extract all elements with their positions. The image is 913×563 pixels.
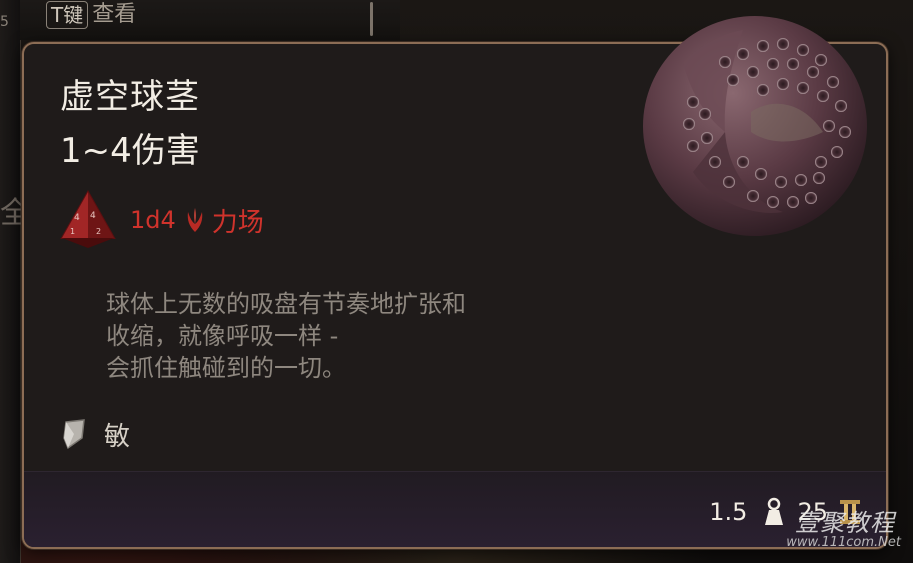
dice-value: 1d4 (130, 206, 176, 234)
flavor-line: 会抓住触碰到的一切。 (106, 354, 346, 382)
scrollbar[interactable] (366, 0, 376, 38)
flavor-text: 球体上无数的吸盘有节奏地扩张和 收缩，就像呼吸一样 - 会抓住触碰到的一切。 (106, 288, 626, 384)
svg-text:4: 4 (74, 213, 80, 223)
keybind-box: T键 (46, 1, 89, 29)
damage-type-label: 力场 (211, 207, 264, 238)
item-weight: 1.5 (709, 498, 748, 526)
svg-text:1: 1 (70, 227, 75, 236)
item-damage-range: 1~4伤害 (60, 131, 200, 171)
svg-text:2: 2 (96, 227, 101, 236)
weapon-property-row: 敏 (60, 414, 130, 454)
weapon-property-label: 敏 (104, 421, 131, 452)
flavor-line: 球体上无数的吸盘有节奏地扩张和 (106, 290, 466, 318)
left-panel-edge: 5 全 (0, 0, 30, 563)
rarity-roman-two-icon (840, 500, 860, 524)
item-stats: 1.5 25 (709, 497, 862, 527)
edge-number: 5 (0, 14, 9, 30)
weight-icon (765, 497, 784, 525)
finesse-icon (63, 419, 85, 450)
flavor-line: 收缩，就像呼吸一样 - (106, 322, 339, 350)
item-name: 虚空球茎 (60, 77, 200, 117)
item-value: 25 (797, 498, 828, 526)
svg-text:4: 4 (90, 211, 96, 221)
damage-dice-row: 4 4 1 2 1d4 力场 (60, 190, 264, 250)
tooltip-footer: 1.5 25 (24, 471, 886, 547)
d4-dice-icon: 4 4 1 2 (60, 190, 116, 248)
inspect-key-hint[interactable]: T键 查看 (46, 0, 136, 30)
keybind-label: 查看 (92, 2, 137, 27)
void-bulb-item-icon (643, 16, 867, 236)
force-claw-icon (187, 208, 203, 232)
